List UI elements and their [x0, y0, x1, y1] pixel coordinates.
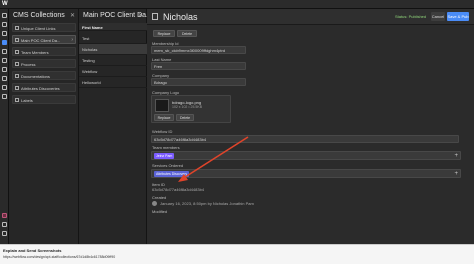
caption-title: Explain and Send Screenshots — [3, 248, 62, 253]
caption-bar: Explain and Send Screenshots https://web… — [0, 244, 474, 264]
arrow-shaft — [181, 136, 249, 180]
caption-url[interactable]: https://webflow.com/design/cpt-staff/col… — [3, 255, 115, 259]
annotation-arrow — [178, 136, 249, 182]
